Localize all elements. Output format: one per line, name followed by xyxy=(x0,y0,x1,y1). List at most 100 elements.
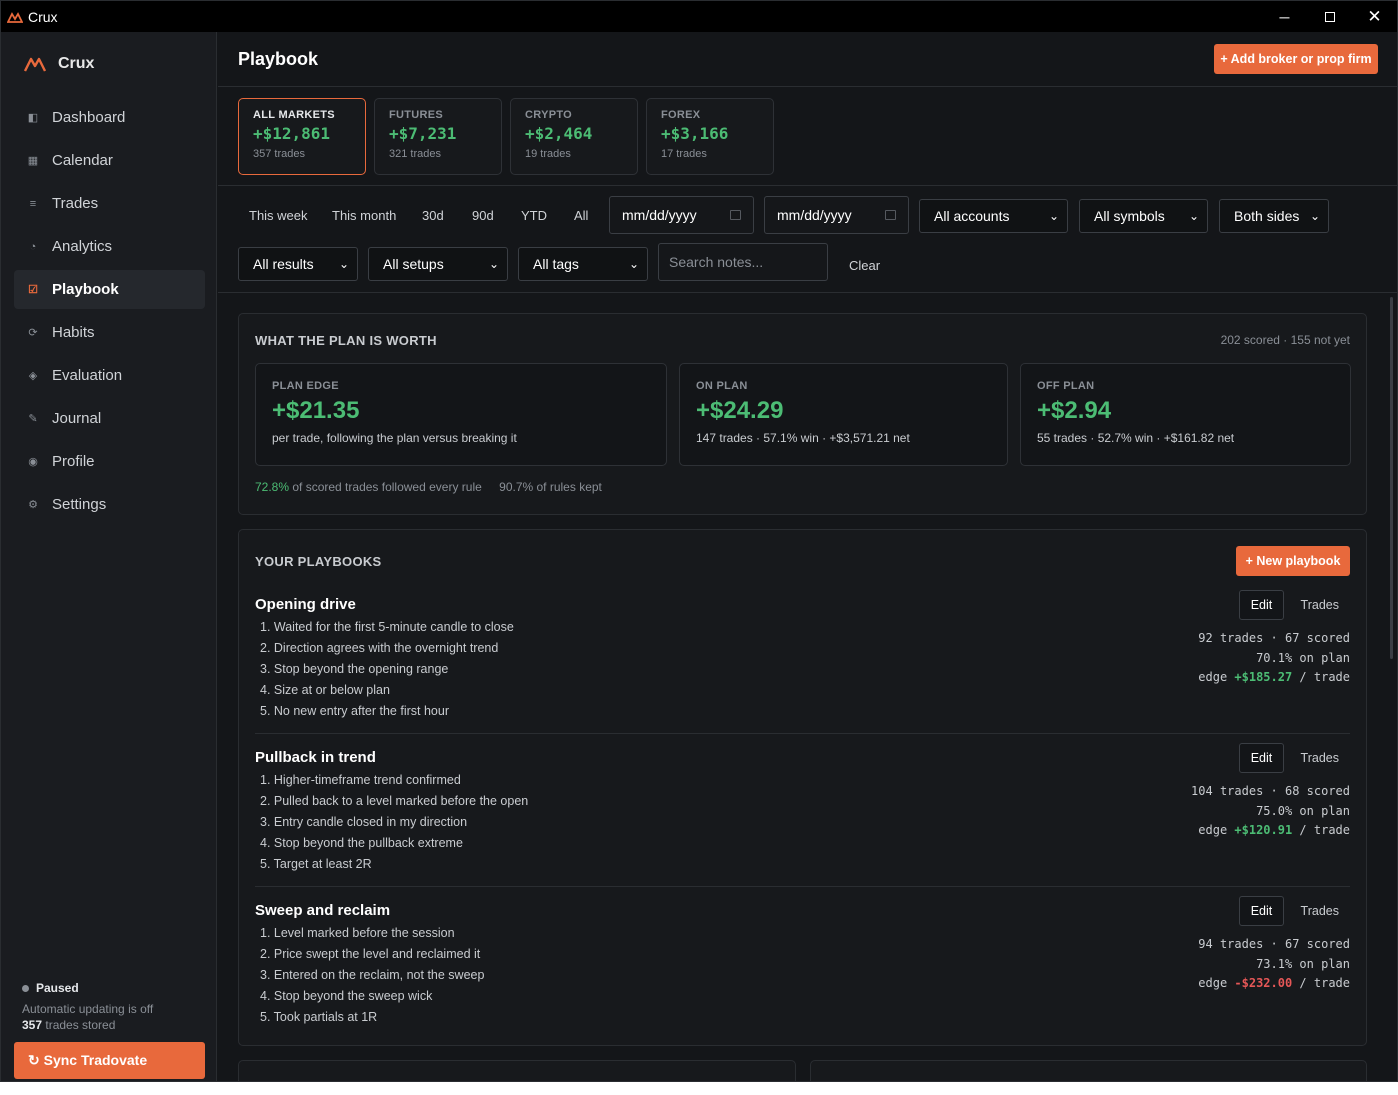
sidebar-item-trades[interactable]: ≡ Trades xyxy=(14,184,205,223)
edit-button[interactable]: Edit xyxy=(1239,743,1284,773)
market-value: +$2,464 xyxy=(525,124,593,143)
lower-panel-right xyxy=(810,1060,1367,1081)
playbook-stats: 92 trades · 67 scored 70.1% on plan edge… xyxy=(1198,629,1350,688)
market-card-futures[interactable]: FUTURES +$7,231 321 trades xyxy=(374,98,502,175)
sidebar-item-label: Journal xyxy=(52,410,102,427)
main-content: Playbook + Add broker or prop firm ALL M… xyxy=(218,32,1397,1081)
market-value: +$12,861 xyxy=(253,124,331,143)
app-logo-icon xyxy=(7,11,23,23)
sync-status: Paused Automatic updating is off 357 tra… xyxy=(22,980,153,1033)
page-header: Playbook + Add broker or prop firm xyxy=(218,32,1397,87)
calendar-icon[interactable] xyxy=(885,210,896,220)
card-desc: per trade, following the plan versus bre… xyxy=(272,431,517,445)
plan-summary: 72.8% of scored trades followed every ru… xyxy=(255,480,602,494)
card-desc: 147 trades · 57.1% win · +$3,571.21 net xyxy=(696,431,910,445)
rule-item: 2. Price swept the level and reclaimed i… xyxy=(260,947,481,961)
sides-select[interactable]: Both sides ⌄ xyxy=(1219,199,1329,233)
date-from-input[interactable]: mm/dd/yyyy xyxy=(609,196,754,234)
rule-item: 2. Direction agrees with the overnight t… xyxy=(260,641,499,655)
stats-count: 92 trades · 67 scored xyxy=(1198,631,1350,645)
sidebar-item-calendar[interactable]: ▦ Calendar xyxy=(14,141,205,180)
calendar-icon[interactable] xyxy=(730,210,741,220)
divider xyxy=(255,733,1350,734)
playbook-sweep-and-reclaim: Sweep and reclaim 1. Level marked before… xyxy=(255,896,1350,1042)
market-label: CRYPTO xyxy=(525,109,573,121)
market-card-forex[interactable]: FOREX +$3,166 17 trades xyxy=(646,98,774,175)
sidebar-item-profile[interactable]: ◉ Profile xyxy=(14,442,205,481)
range-30d[interactable]: 30d xyxy=(422,208,444,223)
sidebar-item-label: Trades xyxy=(52,195,99,212)
brand-name: Crux xyxy=(58,55,95,72)
scrollbar[interactable] xyxy=(1390,297,1393,659)
sync-tradovate-button[interactable]: ↻ Sync Tradovate xyxy=(14,1042,205,1079)
accounts-select[interactable]: All accounts ⌄ xyxy=(919,199,1068,233)
market-label: ALL MARKETS xyxy=(253,109,335,121)
sidebar-item-habits[interactable]: ⟳ Habits xyxy=(14,313,205,352)
close-icon[interactable]: ✕ xyxy=(1352,1,1397,32)
rule-item: 3. Entry candle closed in my direction xyxy=(260,815,468,829)
minimize-icon[interactable]: ─ xyxy=(1262,1,1307,32)
sidebar-item-label: Settings xyxy=(52,496,107,513)
range-this-month[interactable]: This month xyxy=(332,208,396,223)
trades-stored-label: trades stored xyxy=(42,1018,116,1032)
range-ytd[interactable]: YTD xyxy=(521,208,547,223)
sidebar-item-label: Habits xyxy=(52,324,95,341)
date-to-input[interactable]: mm/dd/yyyy xyxy=(764,196,909,234)
sidebar-item-label: Dashboard xyxy=(52,109,126,126)
sidebar: Crux ◧ Dashboard ▦ Calendar ≡ Trades ◔ Analy… xyxy=(1,32,217,1081)
status-dot-icon xyxy=(22,984,29,992)
setups-select[interactable]: All setups ⌄ xyxy=(368,247,508,281)
playbook-stats: 94 trades · 67 scored 73.1% on plan edge… xyxy=(1198,935,1350,994)
trades-link[interactable]: Trades xyxy=(1301,902,1339,920)
sidebar-item-dashboard[interactable]: ◧ Dashboard xyxy=(14,98,205,137)
chevron-down-icon: ⌄ xyxy=(488,257,499,271)
plan-edge-card: PLAN EDGE +$21.35 per trade, following t… xyxy=(255,363,667,466)
range-90d[interactable]: 90d xyxy=(472,208,494,223)
edit-button[interactable]: Edit xyxy=(1239,896,1284,926)
edge-value: +$185.27 xyxy=(1234,670,1293,684)
chevron-down-icon: ⌄ xyxy=(1309,209,1320,223)
list-icon: ≡ xyxy=(29,197,37,210)
playbook-rules: 1. Waited for the first 5-minute candle … xyxy=(255,617,1350,722)
rule-item: 4. Stop beyond the pullback extreme xyxy=(260,836,463,850)
results-select[interactable]: All results ⌄ xyxy=(238,247,358,281)
sidebar-item-evaluation[interactable]: ◈ Evaluation xyxy=(14,356,205,395)
sidebar-item-playbook[interactable]: ☑ Playbook xyxy=(14,270,205,309)
range-this-week[interactable]: This week xyxy=(249,208,308,223)
playbook-name: Sweep and reclaim xyxy=(255,902,391,919)
symbols-select[interactable]: All symbols ⌄ xyxy=(1079,199,1208,233)
followed-text: of scored trades followed every rule xyxy=(289,480,482,494)
maximize-icon[interactable] xyxy=(1307,1,1352,32)
chevron-down-icon: ⌄ xyxy=(628,257,639,271)
sidebar-item-journal[interactable]: ✎ Journal xyxy=(14,399,205,438)
market-card-crypto[interactable]: CRYPTO +$2,464 19 trades xyxy=(510,98,638,175)
edge-prefix: edge xyxy=(1198,823,1235,837)
market-label: FUTURES xyxy=(389,109,444,121)
playbook-rules: 1. Level marked before the session 2. Pr… xyxy=(255,923,1350,1028)
clear-filters-button[interactable]: Clear xyxy=(849,258,880,273)
plan-worth-panel: WHAT THE PLAN IS WORTH 202 scored · 155 … xyxy=(238,313,1367,515)
rule-item: 5. Target at least 2R xyxy=(260,857,372,871)
trades-link[interactable]: Trades xyxy=(1301,596,1339,614)
brand[interactable]: Crux xyxy=(23,54,94,74)
symbols-value: All symbols xyxy=(1094,208,1165,224)
rule-item: 1. Waited for the first 5-minute candle … xyxy=(260,620,514,634)
market-trades: 19 trades xyxy=(525,148,571,160)
market-card-all[interactable]: ALL MARKETS +$12,861 357 trades xyxy=(238,98,366,175)
search-notes-input[interactable]: Search notes... xyxy=(658,243,828,281)
stats-on-plan: 70.1% on plan xyxy=(1256,650,1350,665)
trades-link[interactable]: Trades xyxy=(1301,749,1339,767)
market-label: FOREX xyxy=(661,109,701,121)
sidebar-item-analytics[interactable]: ◔ Analytics xyxy=(14,227,205,266)
range-all[interactable]: All xyxy=(574,208,588,223)
new-playbook-button[interactable]: + New playbook xyxy=(1236,546,1350,576)
setups-value: All setups xyxy=(383,256,444,272)
tags-select[interactable]: All tags ⌄ xyxy=(518,247,648,281)
followed-pct: 72.8% xyxy=(255,480,290,494)
edge-suffix: / trade xyxy=(1292,976,1350,990)
card-label: PLAN EDGE xyxy=(272,380,339,392)
calendar-icon: ▦ xyxy=(27,155,39,167)
add-broker-button[interactable]: + Add broker or prop firm xyxy=(1214,44,1378,74)
edit-button[interactable]: Edit xyxy=(1239,590,1284,620)
sidebar-item-settings[interactable]: ⚙ Settings xyxy=(14,485,205,524)
